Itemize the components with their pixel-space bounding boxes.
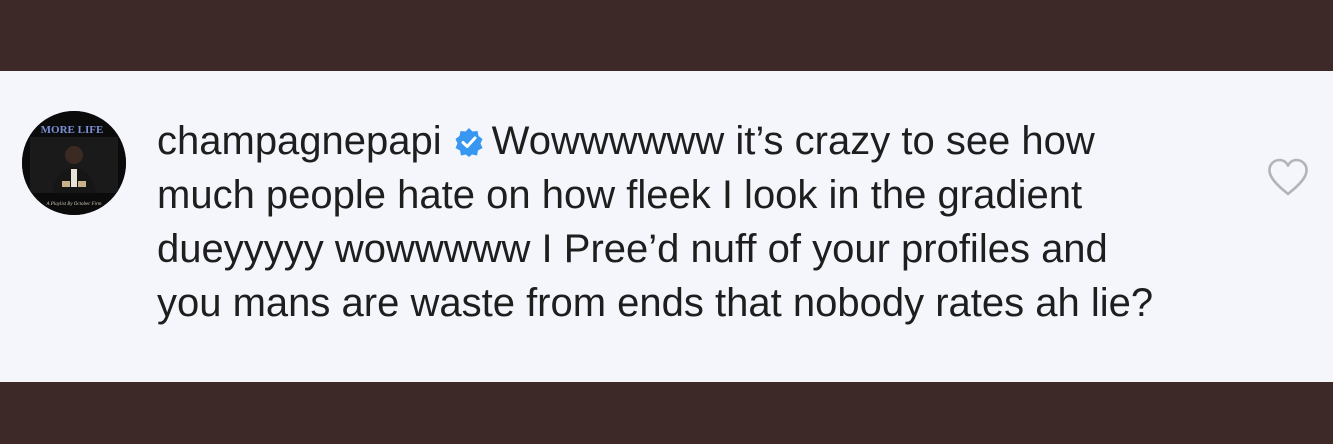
screenshot-frame: MORE LIFE A Playlist By October Firm cha… bbox=[0, 0, 1333, 444]
avatar-image: MORE LIFE A Playlist By October Firm bbox=[22, 111, 126, 215]
username[interactable]: champagnepapi bbox=[157, 119, 442, 163]
avatar-label: MORE LIFE bbox=[41, 124, 104, 136]
comment-row: MORE LIFE A Playlist By October Firm cha… bbox=[0, 71, 1333, 382]
comment-body: champagnepapi Wowwwwww it’s crazy to see … bbox=[157, 114, 1167, 330]
avatar-subtitle: A Playlist By October Firm bbox=[46, 202, 102, 207]
heart-outline-icon[interactable] bbox=[1266, 157, 1310, 197]
verified-badge-icon bbox=[455, 128, 483, 157]
avatar[interactable]: MORE LIFE A Playlist By October Firm bbox=[22, 111, 126, 215]
